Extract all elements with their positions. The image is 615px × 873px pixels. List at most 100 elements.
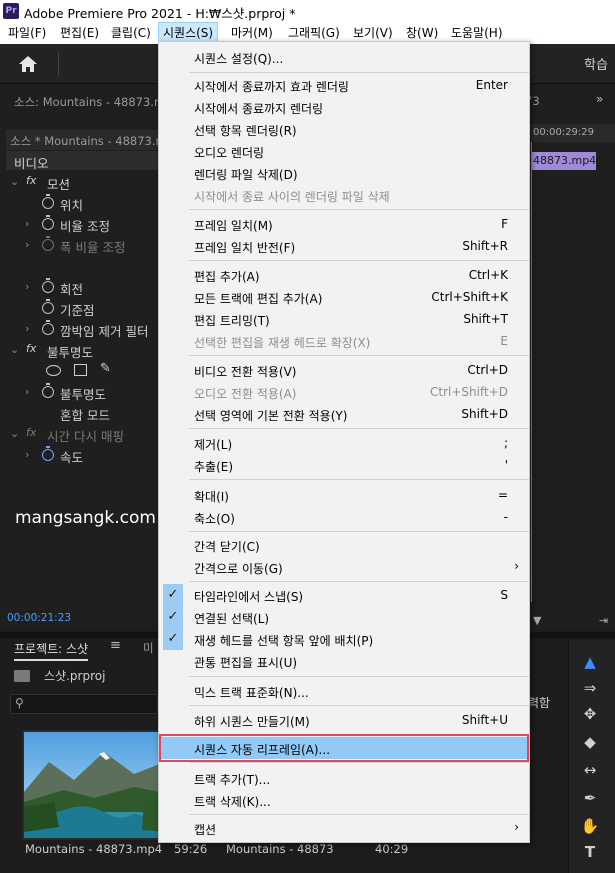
slip-tool-icon[interactable]: ↔: [579, 760, 601, 780]
clip-block[interactable]: 48873.mp4: [531, 152, 596, 170]
stopwatch-icon[interactable]: [42, 299, 54, 314]
menu-item-lift[interactable]: 제거(L);: [159, 432, 529, 454]
chevron-down-icon[interactable]: ⌄: [10, 343, 19, 356]
menu-item-normalize-mix-track[interactable]: 믹스 트랙 표준화(N)...: [159, 680, 529, 702]
razor-tool-icon[interactable]: ◆: [579, 732, 601, 752]
chevron-right-icon[interactable]: ›: [25, 322, 29, 335]
ellipse-mask-icon[interactable]: [46, 365, 61, 376]
stopwatch-icon[interactable]: [42, 383, 54, 398]
effect-position-label: 위치: [60, 198, 84, 213]
menu-item-delete-render-files-in-out: 시작에서 종료 사이의 렌더링 파일 삭제: [194, 190, 390, 204]
filter-icon[interactable]: ▼: [533, 614, 541, 627]
menu-file[interactable]: 파일(F): [4, 22, 50, 44]
menu-item-apply-video-transition[interactable]: 비디오 전환 적용(V) Ctrl+D: [159, 359, 529, 381]
panel-overflow-icon[interactable]: »: [596, 92, 603, 106]
mask-tools: ✎: [0, 361, 160, 382]
menu-item-zoom-out[interactable]: 축소(O) -: [159, 506, 529, 528]
menu-item-make-subsequence[interactable]: 하위 시퀀스 만들기(M) Shift+U: [159, 709, 529, 731]
home-icon[interactable]: [18, 55, 38, 73]
fx-icon: fx: [26, 426, 37, 439]
menu-separator: [189, 428, 529, 429]
effect-opacity-value[interactable]: › 불투명도: [0, 382, 160, 403]
menu-edit[interactable]: 편집(E): [56, 22, 103, 44]
menu-item-trim-edit[interactable]: 편집 트리밍(T) Shift+T: [159, 308, 529, 330]
fx-icon: fx: [26, 174, 37, 187]
stopwatch-icon[interactable]: [42, 446, 54, 461]
tab-menu-icon[interactable]: ≡: [110, 638, 121, 653]
project-tab[interactable]: 프로젝트: 스샷: [14, 640, 89, 661]
menu-item-extend-edit-to-playhead: 선택한 편집을 재생 헤드로 확장(X) E: [194, 334, 508, 350]
effect-speed[interactable]: › 속도: [0, 445, 160, 466]
effect-blend-mode-label: 혼합 모드: [60, 408, 110, 423]
chevron-down-icon[interactable]: ⌄: [10, 175, 19, 188]
stopwatch-icon[interactable]: [42, 278, 54, 293]
rectangle-mask-icon[interactable]: [74, 364, 87, 376]
effect-scale[interactable]: › 비율 조정: [0, 214, 160, 235]
chevron-down-icon[interactable]: ⌄: [10, 427, 19, 440]
ripple-edit-tool-icon[interactable]: ✥: [579, 704, 601, 724]
menu-item-add-tracks[interactable]: 트랙 추가(T)...: [159, 767, 529, 789]
fx-icon: fx: [26, 342, 37, 355]
menu-item-render-audio[interactable]: 오디오 렌더링: [159, 140, 529, 162]
chevron-right-icon[interactable]: ›: [25, 385, 29, 398]
pen-tool-icon[interactable]: ✒: [579, 788, 601, 808]
menu-item-captions[interactable]: 캡션 ›: [159, 817, 529, 839]
chevron-right-icon[interactable]: ›: [25, 217, 29, 230]
track-select-tool-icon[interactable]: ⇒: [579, 678, 601, 698]
menu-item-delete-tracks[interactable]: 트랙 삭제(K)...: [159, 789, 529, 811]
hand-tool-icon[interactable]: ✋: [579, 816, 601, 836]
menu-item-reverse-match-frame[interactable]: 프레임 일치 반전(F) Shift+R: [159, 235, 529, 257]
video-section-label: 비디오: [14, 156, 49, 171]
effect-motion[interactable]: ⌄ fx 모션: [0, 172, 160, 193]
menu-item-match-frame[interactable]: 프레임 일치(M) F: [159, 213, 529, 235]
pen-mask-icon[interactable]: ✎: [100, 361, 111, 376]
project-item-name[interactable]: Mountains - 48873.mp4: [25, 842, 162, 856]
effect-anti-flicker[interactable]: › 깜박임 제거 필터: [0, 319, 160, 340]
export-icon[interactable]: ⇥: [599, 614, 608, 627]
effect-opacity[interactable]: ⌄ fx 불투명도: [0, 340, 160, 361]
source-tab[interactable]: 소스: Mountains - 48873.mp4: [14, 94, 180, 110]
menu-item-linked-selection[interactable]: ✓ 연결된 선택(L): [159, 606, 529, 628]
media-browser-tab[interactable]: 미: [143, 640, 154, 656]
clip-thumbnail[interactable]: [22, 730, 168, 840]
menu-item-add-edit[interactable]: 편집 추가(A) Ctrl+K: [159, 264, 529, 286]
menu-clip[interactable]: 클립(C): [107, 22, 155, 44]
stopwatch-icon[interactable]: [42, 215, 54, 230]
workspace-learn[interactable]: 학습: [584, 54, 608, 73]
effect-blend-mode[interactable]: 혼합 모드: [0, 403, 160, 424]
effect-controls-subtab-label: 소스 * Mountains - 48873.mp4: [10, 134, 182, 148]
stopwatch-icon[interactable]: [42, 320, 54, 335]
menu-item-show-through-edits[interactable]: 관통 편집을 표시(U): [159, 650, 529, 672]
menu-item-selection-follows-playhead[interactable]: ✓ 재생 헤드를 선택 항목 앞에 배치(P): [159, 628, 529, 650]
project-search-input[interactable]: ⚲: [10, 694, 158, 714]
menu-item-snap-in-timeline[interactable]: ✓ 타임라인에서 스냅(S) S: [159, 584, 529, 606]
menu-item-sequence-settings[interactable]: 시퀀스 설정(Q)...: [159, 46, 529, 68]
effect-position[interactable]: 위치: [0, 193, 160, 214]
project-item-name[interactable]: Mountains - 48873: [226, 842, 334, 856]
menu-item-render-effects-in-to-out[interactable]: 시작에서 종료까지 효과 렌더링 Enter: [159, 74, 529, 96]
chevron-right-icon[interactable]: ›: [25, 448, 29, 461]
menu-item-add-edit-all-tracks[interactable]: 모든 트랙에 편집 추가(A) Ctrl+Shift+K: [159, 286, 529, 308]
clip-block-label: 48873.mp4: [533, 154, 597, 167]
effect-controls-subtab[interactable]: 소스 * Mountains - 48873.mp4: [6, 130, 181, 150]
menu-item-apply-default-transitions[interactable]: 선택 영역에 기본 전환 적용(Y) Shift+D: [159, 403, 529, 425]
effect-anti-flicker-label: 깜박임 제거 필터: [60, 324, 149, 339]
sequence-menu: 시퀀스 설정(Q)... 시작에서 종료까지 효과 렌더링 Enter 시작에서 …: [158, 41, 530, 843]
stopwatch-icon[interactable]: [42, 194, 54, 209]
menu-item-render-selection[interactable]: 선택 항목 렌더링(R): [159, 118, 529, 140]
menu-separator: [189, 705, 529, 706]
menu-item-zoom-in[interactable]: 확대(I) =: [159, 484, 529, 506]
effect-anchor-point[interactable]: 기준점: [0, 298, 160, 319]
menu-separator: [189, 762, 529, 763]
effect-time-remapping[interactable]: ⌄ fx 시간 다시 매핑: [0, 424, 160, 445]
menu-item-delete-render-files[interactable]: 렌더링 파일 삭제(D): [159, 162, 529, 184]
menu-item-close-gap[interactable]: 간격 닫기(C): [159, 534, 529, 556]
selection-tool-icon[interactable]: ▲: [579, 652, 601, 672]
menu-item-go-to-gap[interactable]: 간격으로 이동(G) ›: [159, 556, 529, 578]
type-tool-icon[interactable]: T: [579, 842, 601, 862]
menu-item-extract[interactable]: 추출(E) ': [159, 454, 529, 476]
menu-item-render-in-to-out[interactable]: 시작에서 종료까지 렌더링: [159, 96, 529, 118]
current-timecode[interactable]: 00:00:21:23: [7, 612, 71, 624]
effect-rotation[interactable]: › 회전: [0, 277, 160, 298]
chevron-right-icon[interactable]: ›: [25, 280, 29, 293]
